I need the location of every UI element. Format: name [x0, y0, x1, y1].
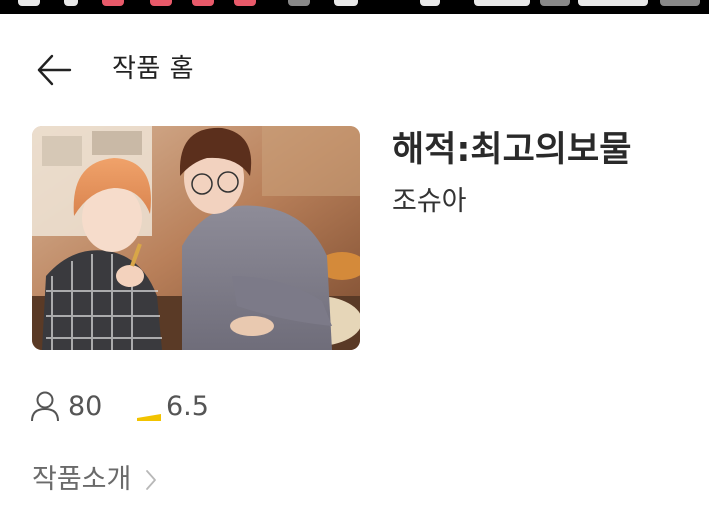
statusbar-icon [578, 0, 648, 6]
statusbar-icon [102, 0, 124, 6]
statusbar-icon [288, 0, 310, 6]
statusbar-icon [18, 0, 40, 6]
intro-label: 작품소개 [32, 464, 132, 495]
person-icon [31, 391, 59, 422]
statusbar-icon [150, 0, 172, 6]
views-count: 80 [68, 391, 103, 422]
statusbar-icon [192, 0, 214, 6]
page-title: 작품 홈 [112, 54, 195, 84]
rating-value: 6.5 [166, 391, 209, 422]
cover-image[interactable] [32, 126, 360, 350]
statusbar-icon [420, 0, 440, 6]
work-author[interactable]: 조슈아 [392, 184, 467, 220]
statusbar-icon [334, 0, 358, 6]
work-home-screen: 작품 홈 해적:최고의보물 조슈아 80 6.5 작품소개 [0, 0, 709, 532]
statusbar-icon [540, 0, 570, 6]
work-title: 해적:최고의보물 [392, 130, 632, 170]
status-bar [0, 0, 709, 14]
statusbar-icon [234, 0, 256, 6]
statusbar-icon [474, 0, 530, 6]
arrow-left-icon [37, 54, 72, 86]
statusbar-icon [660, 0, 700, 6]
top-app-bar: 작품 홈 [0, 14, 709, 104]
stats-row: 80 6.5 [30, 388, 430, 428]
back-button[interactable] [30, 50, 74, 90]
cover-photo [32, 126, 360, 350]
statusbar-icon [64, 0, 78, 6]
rating-wedge-icon [137, 414, 161, 421]
chevron-right-icon [146, 470, 157, 490]
intro-link[interactable]: 작품소개 [32, 462, 158, 500]
